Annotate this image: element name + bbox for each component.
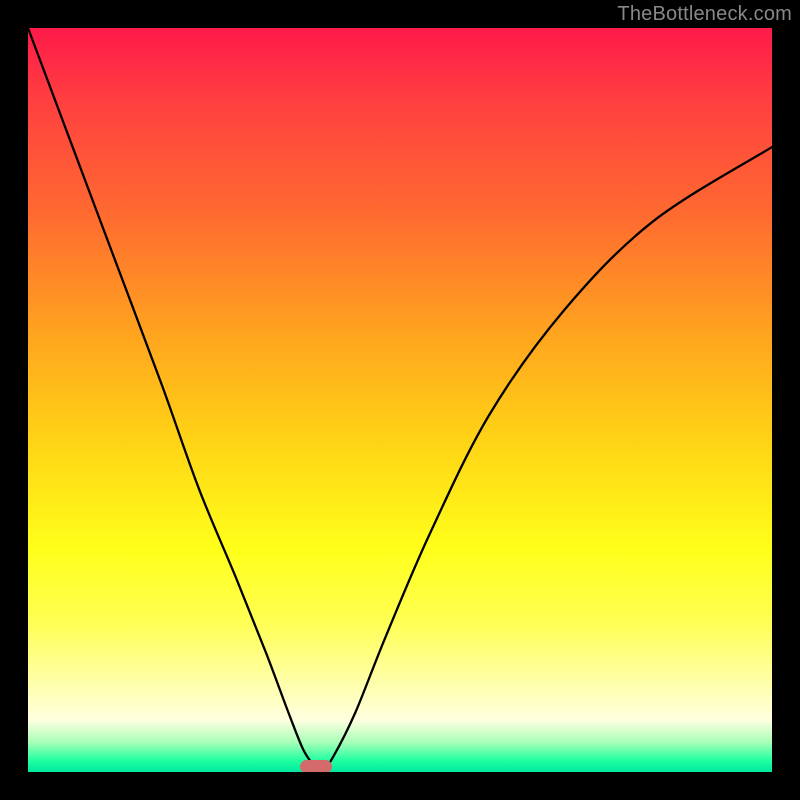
watermark-text: TheBottleneck.com (617, 3, 792, 26)
optimal-marker (300, 760, 332, 772)
chart-frame: TheBottleneck.com (0, 0, 800, 800)
curve-left-branch (28, 28, 322, 772)
plot-area (28, 28, 772, 772)
bottleneck-curve (28, 28, 772, 772)
curve-right-branch (322, 147, 772, 772)
